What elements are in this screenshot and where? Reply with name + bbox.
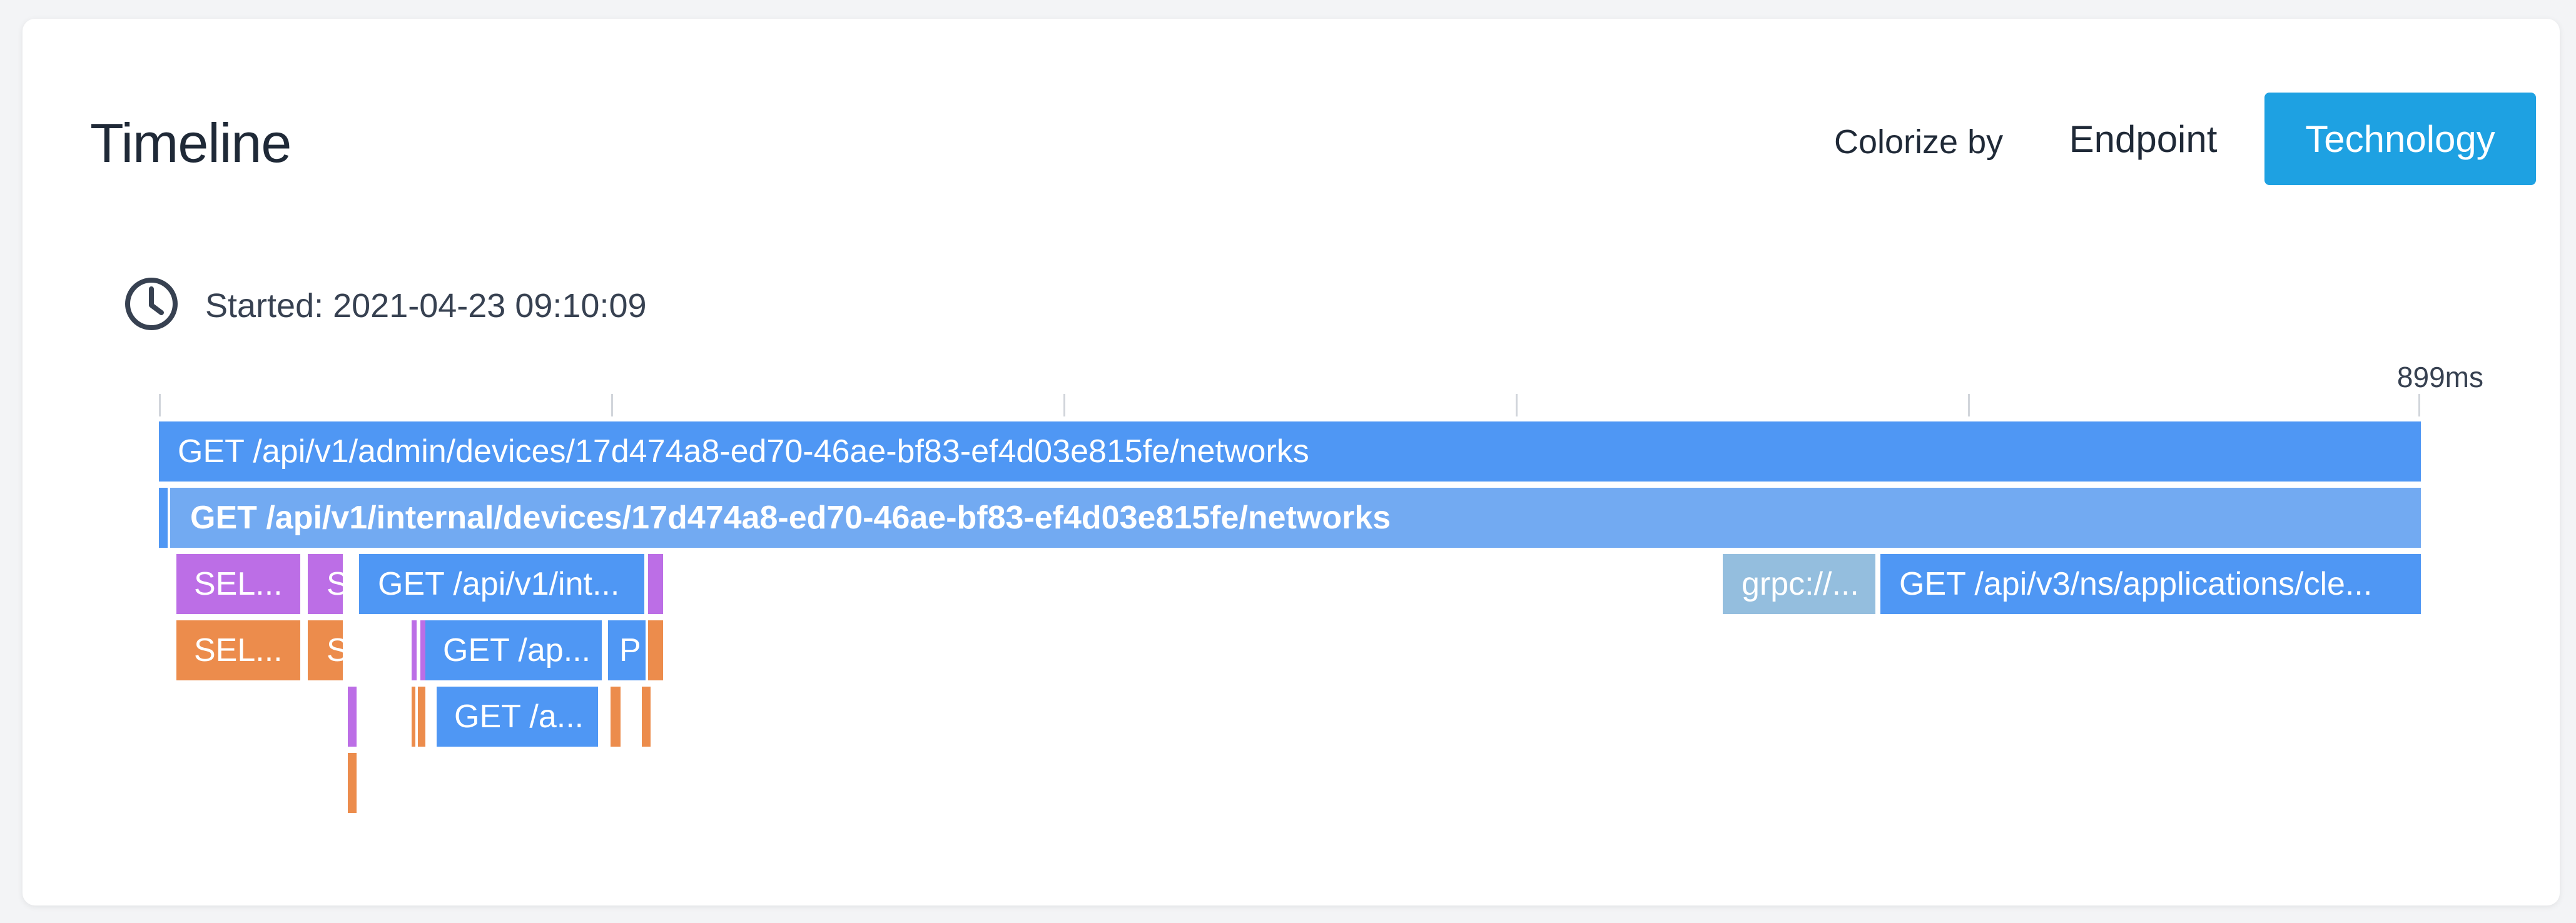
span-get-a[interactable]: GET /a... [437, 687, 598, 747]
span-sliver[interactable] [348, 753, 357, 813]
span-label: GET /ap... [443, 632, 591, 668]
span-sliver[interactable] [159, 488, 168, 548]
span-s-2[interactable]: S [308, 620, 343, 680]
axis-tick [1063, 394, 1065, 416]
axis-tick [611, 394, 613, 416]
span-label: GET /api/v3/ns/applications/cle... [1899, 566, 2373, 602]
span-label: SEL... [194, 632, 283, 668]
span-label: GET /api/v1/internal/devices/17d474a8-ed… [190, 500, 1391, 536]
span-grpc[interactable]: grpc://... [1723, 554, 1875, 614]
span-sliver[interactable] [412, 620, 417, 680]
span-label: SEL... [194, 566, 283, 602]
span-internal[interactable]: GET /api/v1/internal/devices/17d474a8-ed… [170, 488, 2421, 548]
span-sel-1[interactable]: SEL... [176, 554, 300, 614]
span-sliver[interactable] [418, 687, 425, 747]
span-sliver[interactable] [348, 687, 357, 747]
span-label: GET /api/v1/admin/devices/17d474a8-ed70-… [178, 433, 1309, 470]
span-label: grpc://... [1742, 566, 1859, 602]
clock-icon [125, 278, 178, 330]
colorize-label: Colorize by [1834, 123, 2004, 161]
span-p[interactable]: P [608, 620, 646, 680]
started-timestamp: Started: 2021-04-23 09:10:09 [205, 287, 647, 325]
axis-tick [2418, 394, 2420, 416]
span-label: P [619, 632, 641, 668]
duration-label: 899ms [2396, 361, 2483, 393]
span-label: GET /api/v1/int... [378, 566, 620, 602]
span-root[interactable]: GET /api/v1/admin/devices/17d474a8-ed70-… [159, 421, 2421, 482]
span-s-1[interactable]: S [308, 554, 343, 614]
axis-tick [159, 394, 161, 416]
span-get-v3[interactable]: GET /api/v3/ns/applications/cle... [1880, 554, 2421, 614]
page-title: Timeline [90, 112, 292, 174]
axis-tick [1516, 394, 1518, 416]
span-sliver[interactable] [420, 620, 425, 680]
span-sliver[interactable] [642, 687, 651, 747]
span-sliver[interactable] [648, 620, 663, 680]
span-label: S [327, 632, 343, 668]
span-get-int[interactable]: GET /api/v1/int... [359, 554, 644, 614]
span-sliver[interactable] [611, 687, 621, 747]
span-sliver[interactable] [412, 687, 415, 747]
span-label: GET /a... [454, 699, 584, 735]
colorize-technology-button[interactable]: Technology [2264, 93, 2536, 185]
span-get-ap[interactable]: GET /ap... [425, 620, 602, 680]
span-sliver[interactable] [648, 554, 663, 614]
span-label: S [327, 566, 343, 602]
axis-tick [1968, 394, 1970, 416]
colorize-endpoint-button[interactable]: Endpoint [2044, 93, 2242, 185]
span-sel-2[interactable]: SEL... [176, 620, 300, 680]
